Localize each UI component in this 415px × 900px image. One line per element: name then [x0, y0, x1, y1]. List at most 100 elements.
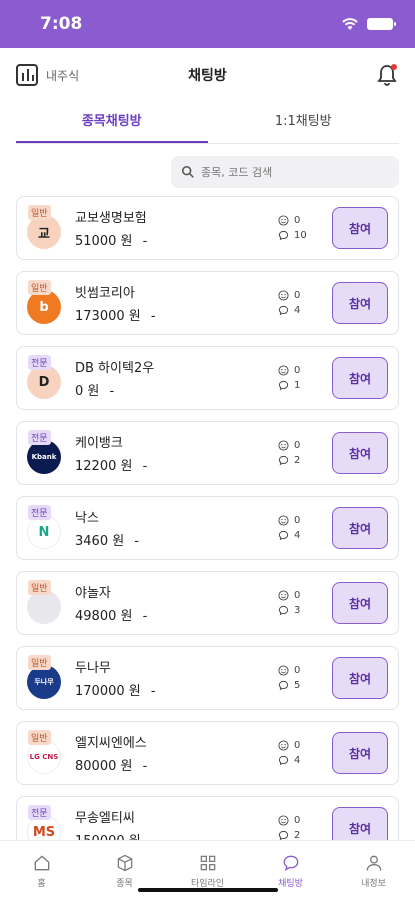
stock-logo-wrap: 일반 b — [27, 280, 63, 326]
bottom-nav: 홈 종목 타임라인 채팅방 내정보 — [0, 840, 415, 900]
join-button[interactable]: 참여 — [332, 732, 388, 774]
nav-profile-label: 내정보 — [361, 878, 386, 889]
timeline-icon — [200, 855, 215, 870]
room-stats: 0 2 — [278, 813, 326, 843]
room-stats: 0 2 — [278, 438, 326, 468]
room-type-badge: 일반 — [28, 580, 51, 595]
user-count-value: 0 — [294, 440, 301, 451]
user-count: 0 — [278, 738, 326, 753]
message-icon — [278, 230, 289, 241]
stock-change: - — [150, 309, 156, 324]
room-info: 낙스 3460 원 - — [75, 507, 278, 549]
message-count: 1 — [278, 378, 326, 393]
nav-stocks-label: 종목 — [116, 878, 133, 889]
stock-change: - — [109, 384, 115, 399]
stock-name: 무송엘티씨 — [75, 811, 135, 826]
message-count-value: 5 — [294, 680, 301, 691]
stock-change: - — [142, 759, 148, 774]
chat-room-card[interactable]: 일반 LG CNS 엘지씨엔에스 80000 원 - 0 4 참여 — [16, 721, 399, 785]
user-count: 0 — [278, 588, 326, 603]
user-count-value: 0 — [294, 815, 301, 826]
message-count-value: 1 — [294, 380, 301, 391]
chat-room-card[interactable]: 일반 b 빗썸코리아 173000 원 - 0 4 참여 — [16, 271, 399, 335]
join-button[interactable]: 참여 — [332, 432, 388, 474]
status-icons — [341, 17, 396, 31]
message-count-value: 4 — [294, 530, 301, 541]
stock-price: 12200 원 — [75, 459, 133, 474]
user-count: 0 — [278, 288, 326, 303]
user-count: 0 — [278, 213, 326, 228]
stock-logo: D — [27, 365, 61, 399]
stock-logo — [27, 590, 61, 624]
message-icon — [278, 455, 289, 466]
chat-room-card[interactable]: 전문 D DB 하이텍2우 0 원 - 0 1 참여 — [16, 346, 399, 410]
room-type-badge: 전문 — [28, 430, 51, 445]
room-info: 교보생명보험 51000 원 - — [75, 207, 278, 249]
smiley-icon — [278, 440, 289, 451]
stock-name: 엘지씨엔에스 — [75, 736, 147, 751]
smiley-icon — [278, 815, 289, 826]
smiley-icon — [278, 515, 289, 526]
join-button[interactable]: 참여 — [332, 282, 388, 324]
room-type-badge: 전문 — [28, 805, 51, 820]
tab-stock-chat[interactable]: 종목채팅방 — [16, 102, 208, 143]
home-indicator — [137, 888, 278, 892]
user-count-value: 0 — [294, 215, 301, 226]
stock-price-row: 51000 원 - — [75, 230, 278, 249]
user-count: 0 — [278, 813, 326, 828]
search-box[interactable] — [171, 156, 399, 188]
message-icon — [278, 605, 289, 616]
stock-logo: 교 — [27, 215, 61, 249]
stock-logo: 두나무 — [27, 665, 61, 699]
room-type-badge: 전문 — [28, 355, 51, 370]
message-count: 3 — [278, 603, 326, 618]
message-count: 4 — [278, 528, 326, 543]
home-icon — [34, 854, 49, 870]
message-icon — [278, 380, 289, 391]
join-button[interactable]: 참여 — [332, 207, 388, 249]
chat-room-card[interactable]: 전문 N 낙스 3460 원 - 0 4 참여 — [16, 496, 399, 560]
nav-timeline-label: 타임라인 — [190, 878, 225, 889]
room-info: 야놀자 49800 원 - — [75, 582, 278, 624]
stock-logo-wrap: 일반 교 — [27, 205, 63, 251]
join-button[interactable]: 참여 — [332, 657, 388, 699]
join-button[interactable]: 참여 — [332, 507, 388, 549]
stock-price: 170000 원 — [75, 684, 141, 699]
user-count: 0 — [278, 363, 326, 378]
join-button[interactable]: 참여 — [332, 357, 388, 399]
join-button[interactable]: 참여 — [332, 582, 388, 624]
notification-dot — [391, 64, 397, 70]
nav-home[interactable]: 홈 — [0, 841, 83, 900]
chat-room-card[interactable]: 일반 야놀자 49800 원 - 0 3 참여 — [16, 571, 399, 635]
message-icon — [278, 755, 289, 766]
tab-direct-chat[interactable]: 1:1채팅방 — [208, 102, 400, 143]
room-info: 엘지씨엔에스 80000 원 - — [75, 732, 278, 774]
my-stock-button[interactable]: 내주식 — [16, 64, 79, 86]
room-stats: 0 4 — [278, 513, 326, 543]
stock-name: 빗썸코리아 — [75, 286, 135, 301]
stock-name: 교보생명보험 — [75, 211, 147, 226]
person-icon — [366, 855, 381, 871]
room-type-badge: 일반 — [28, 205, 51, 220]
user-count: 0 — [278, 513, 326, 528]
chat-room-list: 일반 교 교보생명보험 51000 원 - 0 10 참여 일반 b 빗썸코리아… — [0, 196, 415, 860]
user-count: 0 — [278, 438, 326, 453]
stock-price: 3460 원 — [75, 534, 125, 549]
user-count-value: 0 — [294, 365, 301, 376]
stock-name: 두나무 — [75, 661, 111, 676]
smiley-icon — [278, 215, 289, 226]
chat-room-card[interactable]: 일반 교 교보생명보험 51000 원 - 0 10 참여 — [16, 196, 399, 260]
notification-button[interactable] — [375, 63, 399, 87]
stock-name: 야놀자 — [75, 586, 111, 601]
chat-room-card[interactable]: 전문 Kbank 케이뱅크 12200 원 - 0 2 참여 — [16, 421, 399, 485]
message-count-value: 4 — [294, 305, 301, 316]
nav-profile[interactable]: 내정보 — [332, 841, 415, 900]
user-count: 0 — [278, 663, 326, 678]
chat-room-card[interactable]: 일반 두나무 두나무 170000 원 - 0 5 참여 — [16, 646, 399, 710]
chat-tabs: 종목채팅방 1:1채팅방 — [16, 102, 399, 144]
stock-price-row: 12200 원 - — [75, 455, 278, 474]
stock-logo: Kbank — [27, 440, 61, 474]
room-info: 케이뱅크 12200 원 - — [75, 432, 278, 474]
search-input[interactable] — [201, 165, 381, 179]
stock-price-row: 3460 원 - — [75, 530, 278, 549]
